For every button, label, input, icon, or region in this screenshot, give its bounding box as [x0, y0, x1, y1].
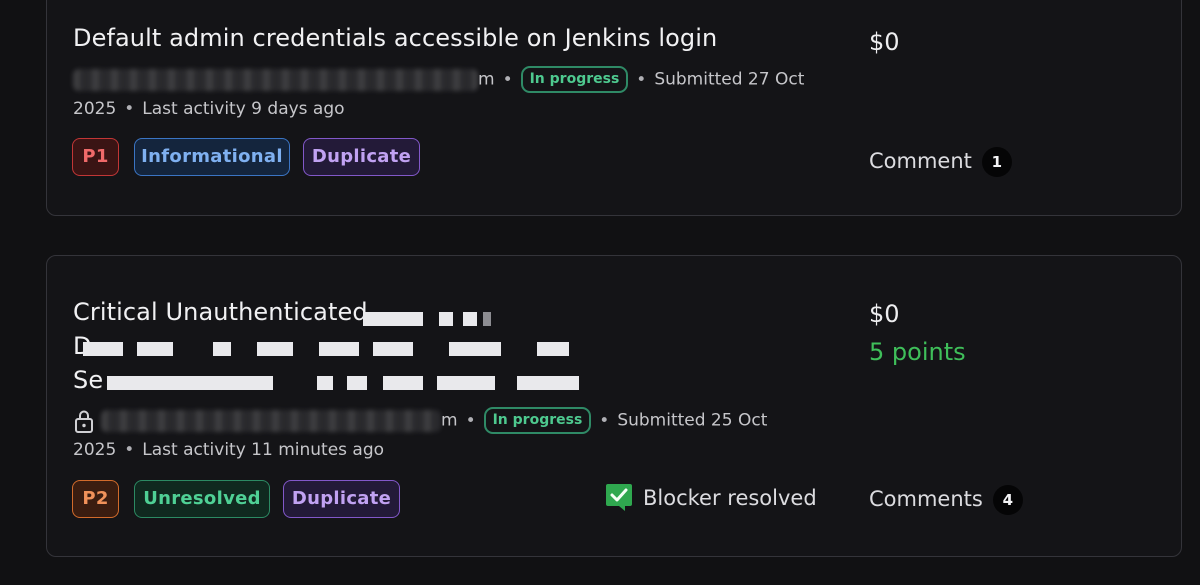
bounty-amount: $0: [869, 28, 900, 56]
comment-count-badge: 1: [981, 147, 1012, 177]
redacted-title-part: [107, 370, 587, 394]
report-meta-line2: 2025 • Last activity 9 days ago: [73, 98, 345, 120]
submitted-year: 2025: [73, 440, 117, 460]
report-title-line3: Se: [73, 366, 104, 394]
separator-dot: •: [636, 69, 647, 90]
report-meta: m • In progress • Submitted 27 Oct: [73, 66, 804, 93]
submitted-year: 2025: [73, 99, 117, 119]
redacted-title-part: [363, 306, 503, 330]
comments-link[interactable]: Comment 1: [869, 147, 1012, 177]
duplicate-tag: Duplicate: [303, 138, 420, 176]
submitted-date: Submitted 25 Oct: [617, 410, 768, 431]
report-meta-line2: 2025 • Last activity 11 minutes ago: [73, 439, 384, 461]
last-activity: Last activity 9 days ago: [142, 99, 345, 119]
report-meta: m • In progress • Submitted 25 Oct: [73, 407, 767, 434]
separator-dot: •: [502, 69, 513, 90]
report-title[interactable]: Default admin credentials accessible on …: [73, 22, 717, 54]
state-tag: Informational: [134, 138, 290, 176]
submitted-date: Submitted 27 Oct: [654, 69, 805, 90]
redacted-title-part: [83, 336, 583, 360]
reporter-suffix: m: [441, 410, 458, 431]
separator-dot: •: [124, 440, 135, 460]
report-card[interactable]: Critical Unauthenticated D Se m•In progr…: [46, 255, 1182, 557]
separator-dot: •: [124, 99, 135, 119]
redacted-reporter: [73, 68, 478, 91]
severity-tag: P1: [72, 138, 119, 176]
report-title[interactable]: Critical Unauthenticated: [73, 296, 368, 328]
redacted-reporter: [101, 409, 441, 432]
severity-tag: P2: [72, 480, 119, 518]
duplicate-tag: Duplicate: [283, 480, 400, 518]
check-icon: [606, 484, 632, 511]
status-badge: In progress: [520, 66, 629, 93]
blocker-status: Blocker resolved: [605, 484, 817, 513]
comment-count-badge: 4: [992, 485, 1023, 515]
comments-link[interactable]: Comments 4: [869, 485, 1023, 515]
status-badge: In progress: [483, 407, 592, 434]
report-card[interactable]: Default admin credentials accessible on …: [46, 0, 1182, 216]
blocker-label: Blocker resolved: [643, 486, 817, 510]
separator-dot: •: [599, 410, 610, 431]
points-amount: 5 points: [869, 338, 966, 366]
lock-icon: [75, 410, 93, 433]
separator-dot: •: [465, 410, 476, 431]
last-activity: Last activity 11 minutes ago: [142, 440, 385, 460]
state-tag: Unresolved: [134, 480, 270, 518]
report-title-line1: Critical Unauthenticated: [73, 298, 368, 326]
reporter-suffix: m: [478, 69, 495, 90]
comments-label: Comment: [869, 149, 972, 173]
comments-label: Comments: [869, 487, 983, 511]
bounty-amount: $0: [869, 300, 900, 328]
